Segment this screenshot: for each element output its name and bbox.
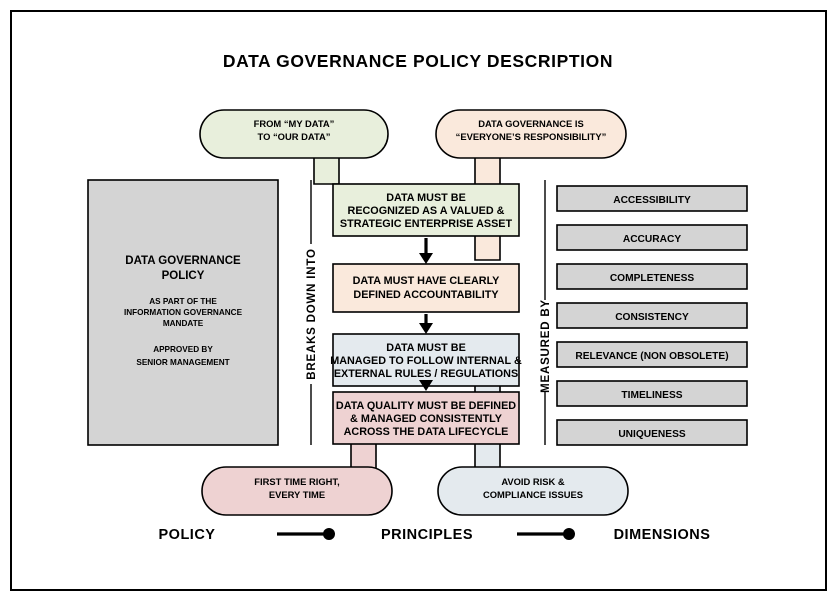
label-measured-by: MEASURED BY [540, 299, 552, 393]
legend-label-dimensions: DIMENSIONS [614, 527, 711, 543]
principle-4-line-3: ACROSS THE DATA LIFECYCLE [344, 426, 509, 438]
diagram-frame: DATA GOVERNANCE POLICY DESCRIPTION FROM … [10, 10, 827, 591]
principle-3-line-2: MANAGED TO FOLLOW INTERNAL & [330, 355, 522, 367]
legend-connector-dot-1 [323, 528, 335, 540]
dimension-label-2: ACCURACY [623, 234, 681, 245]
callout-bottom-left-line2: EVERY TIME [269, 489, 325, 500]
policy-heading-line1: DATA GOVERNANCE [125, 255, 241, 267]
callout-top-left-line1: FROM “MY DATA” [254, 118, 335, 129]
principle-4-line-1: DATA QUALITY MUST BE DEFINED [336, 400, 516, 412]
policy-sub1-line1: AS PART OF THE [149, 297, 217, 306]
dimension-label-3: COMPLETENESS [610, 273, 695, 284]
policy-sub2-line2: SENIOR MANAGEMENT [136, 358, 229, 367]
legend-label-principles: PRINCIPLES [381, 527, 473, 543]
dimension-label-7: UNIQUENESS [618, 429, 686, 440]
callout-top-left-line2: TO “OUR DATA” [258, 131, 331, 142]
legend: POLICY PRINCIPLES DIMENSIONS [159, 527, 711, 543]
callout-bottom-left-line1: FIRST TIME RIGHT, [254, 476, 339, 487]
dimension-label-1: ACCESSIBILITY [613, 195, 691, 206]
label-breaks-down-into: BREAKS DOWN INTO [306, 248, 318, 379]
arrow-p1-to-p2 [419, 238, 433, 264]
diagram-canvas: DATA GOVERNANCE POLICY DESCRIPTION FROM … [87, 51, 748, 543]
principle-3-line-3: EXTERNAL RULES / REGULATIONS [334, 368, 518, 380]
principle-2-line-2: DEFINED ACCOUNTABILITY [353, 289, 499, 301]
callout-top-right-line1: DATA GOVERNANCE IS [478, 118, 584, 129]
arrow-p2-to-p3 [419, 314, 433, 334]
callout-top-right-line2: “EVERYONE’S RESPONSIBILITY” [456, 131, 607, 142]
principle-3-line-1: DATA MUST BE [386, 342, 466, 354]
principle-1-line-3: STRATEGIC ENTERPRISE ASSET [340, 218, 513, 230]
policy-sub2-line1: APPROVED BY [153, 345, 213, 354]
callout-bottom-right-line1: AVOID RISK & [501, 476, 565, 487]
principle-4-line-2: & MANAGED CONSISTENTLY [350, 413, 503, 425]
principle-box-2[interactable] [332, 263, 520, 313]
legend-connector-dot-2 [563, 528, 575, 540]
policy-sub1-line3: MANDATE [163, 319, 204, 328]
policy-heading-line2: POLICY [162, 270, 205, 282]
dimension-label-4: CONSISTENCY [615, 312, 689, 323]
principle-2-line-1: DATA MUST HAVE CLEARLY [353, 275, 501, 287]
legend-label-policy: POLICY [159, 527, 216, 543]
dimension-label-6: TIMELINESS [621, 390, 682, 401]
principle-1-line-2: RECOGNIZED AS A VALUED & [348, 205, 505, 217]
policy-sub1-line2: INFORMATION GOVERNANCE [124, 308, 243, 317]
dimension-label-5: RELEVANCE (NON OBSOLETE) [575, 351, 728, 362]
dimensions-column: ACCESSIBILITY ACCURACY COMPLETENESS CONSIST… [556, 185, 748, 446]
principle-1-line-1: DATA MUST BE [386, 192, 466, 204]
page-title: DATA GOVERNANCE POLICY DESCRIPTION [223, 51, 613, 71]
callout-bottom-right-line2: COMPLIANCE ISSUES [483, 489, 583, 500]
green-flow-group: FROM “MY DATA” TO “OUR DATA” [199, 109, 389, 185]
